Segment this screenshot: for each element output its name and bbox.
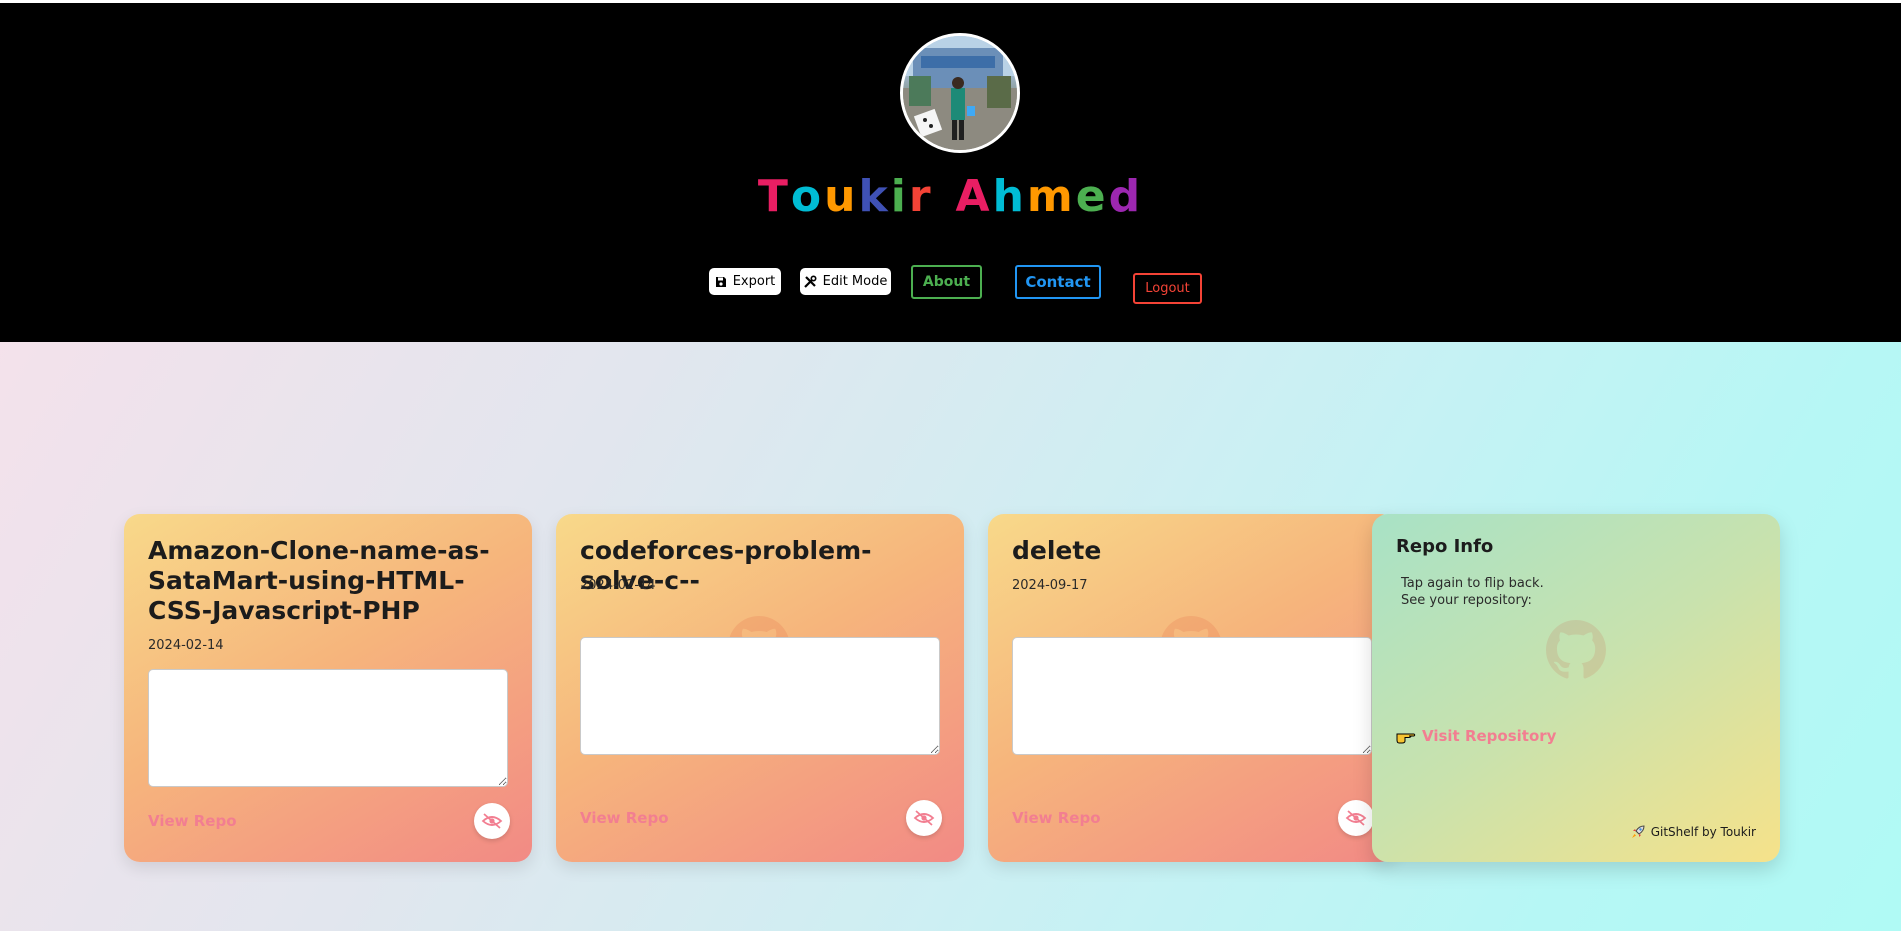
name-letter: k (858, 171, 891, 222)
name-letter: o (790, 171, 825, 222)
pointing-hand-icon (1396, 733, 1416, 744)
repo-card-back[interactable]: Repo Info Tap again to flip back. See yo… (1372, 514, 1780, 862)
tools-icon (803, 275, 817, 288)
edit-mode-label: Edit Mode (822, 274, 888, 289)
edit-mode-button[interactable]: Edit Mode (800, 268, 891, 295)
profile-name: Toukir Ahmed (0, 171, 1901, 222)
contact-label: Contact (1025, 273, 1091, 291)
toggle-visibility-button[interactable] (474, 803, 510, 839)
name-letter: e (1075, 171, 1109, 222)
eye-slash-icon (1345, 810, 1367, 826)
name-letter: i (890, 171, 909, 222)
about-button[interactable]: About (911, 265, 982, 299)
flip-hint-text: Tap again to flip back. (1401, 576, 1544, 591)
credit: GitShelf by Toukir (1630, 824, 1756, 840)
repo-card[interactable]: delete 2024-09-17 View Repo (988, 514, 1396, 862)
repo-notes-input[interactable] (580, 637, 940, 755)
repo-title: Amazon-Clone-name-as-SataMart-using-HTML… (148, 536, 490, 625)
repo-notes-input[interactable] (148, 669, 508, 787)
floppy-disk-icon (715, 276, 726, 287)
avatar (900, 33, 1020, 153)
logout-label: Logout (1145, 281, 1190, 296)
repo-info-title: Repo Info (1396, 536, 1494, 557)
repo-date: 2024-02-14 (148, 638, 224, 653)
repo-title: delete (1012, 536, 1102, 565)
name-letter (934, 171, 956, 222)
name-letter: u (824, 171, 859, 222)
toggle-visibility-button[interactable] (1338, 800, 1374, 836)
repo-notes-input[interactable] (1012, 637, 1372, 755)
name-letter: h (992, 171, 1027, 222)
toggle-visibility-button[interactable] (906, 800, 942, 836)
see-repo-text: See your repository: (1401, 593, 1532, 608)
logout-button[interactable]: Logout (1133, 273, 1202, 304)
name-letter: A (955, 171, 993, 222)
rocket-icon (1631, 825, 1645, 838)
repo-card[interactable]: Amazon-Clone-name-as-SataMart-using-HTML… (124, 514, 532, 862)
view-repo-link[interactable]: View Repo (1012, 809, 1101, 827)
eye-slash-icon (913, 810, 935, 826)
eye-slash-icon (481, 813, 503, 829)
github-watermark-icon (1546, 620, 1606, 679)
export-button[interactable]: Export (709, 268, 781, 295)
name-letter: d (1108, 171, 1144, 222)
view-repo-link[interactable]: View Repo (148, 812, 237, 830)
repo-date: 2024-09-17 (1012, 578, 1088, 593)
name-letter: m (1026, 171, 1076, 222)
profile-header: Toukir Ahmed Export Edit Mode About Cont… (0, 3, 1901, 342)
credit-text: GitShelf by Toukir (1650, 825, 1756, 839)
export-label: Export (732, 274, 776, 289)
repo-card[interactable]: codeforces-problem-solve-c-- 2024-02-14 … (556, 514, 964, 862)
name-letter: r (908, 171, 934, 222)
view-repo-link[interactable]: View Repo (580, 809, 669, 827)
name-letter: T (757, 171, 791, 222)
contact-button[interactable]: Contact (1015, 265, 1101, 299)
repo-date: 2024-02-14 (580, 578, 656, 593)
visit-repository-link[interactable]: Visit Repository (1396, 727, 1556, 745)
visit-repository-label: Visit Repository (1422, 727, 1557, 745)
about-label: About (922, 274, 971, 290)
